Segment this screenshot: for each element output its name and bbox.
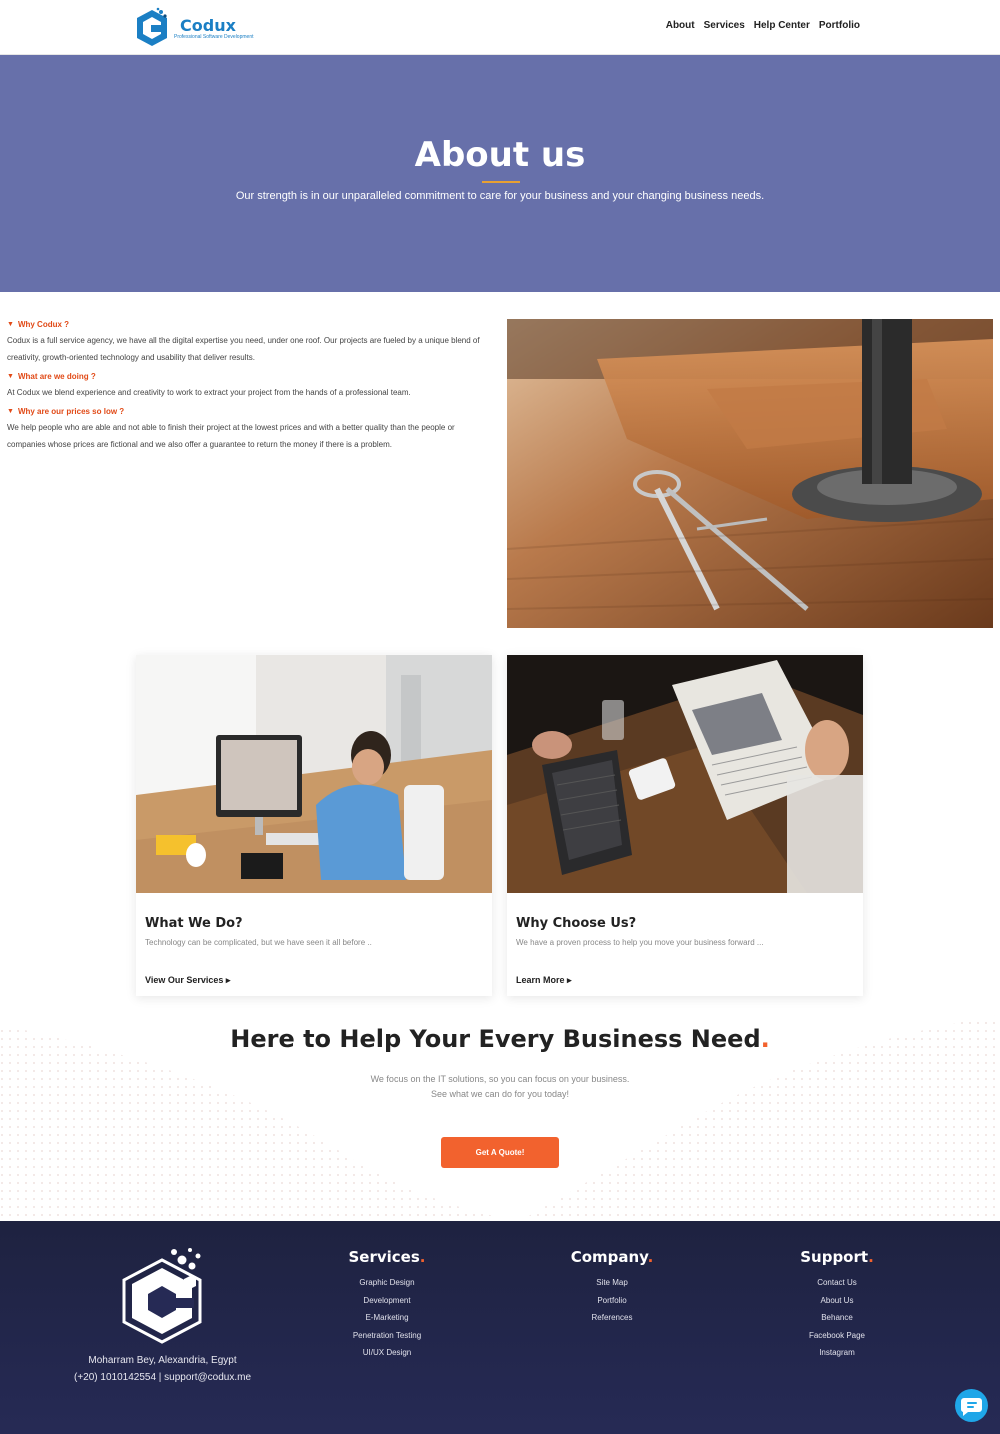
main-nav: About Services Help Center Portfolio bbox=[666, 20, 860, 31]
site-header: Codux Professional Software Development … bbox=[0, 0, 1000, 55]
footer-column-title-text: Support bbox=[800, 1248, 869, 1266]
footer-support-column: Support. Contact Us About Us Behance Fac… bbox=[757, 1248, 917, 1362]
faq-question[interactable]: ▼ Why Codux ? bbox=[7, 320, 493, 329]
help-title: Here to Help Your Every Business Need. bbox=[0, 1025, 1000, 1053]
footer-link-instagram[interactable]: Instagram bbox=[757, 1344, 917, 1362]
faq-question-label: Why Codux ? bbox=[17, 320, 70, 329]
newspaper-photo bbox=[507, 655, 863, 893]
caret-right-icon: ▸ bbox=[225, 975, 231, 985]
get-quote-button[interactable]: Get A Quote! bbox=[441, 1137, 559, 1168]
footer-link-behance[interactable]: Behance bbox=[757, 1309, 917, 1327]
footer-link-portfolio[interactable]: Portfolio bbox=[532, 1292, 692, 1310]
learn-more-link[interactable]: Learn More ▸ bbox=[516, 975, 572, 986]
nav-help-center[interactable]: Help Center bbox=[754, 20, 810, 31]
card-description: Technology can be complicated, but we ha… bbox=[145, 938, 372, 947]
footer-column-title: Support. bbox=[757, 1248, 917, 1266]
card-description: We have a proven process to help you mov… bbox=[516, 938, 764, 947]
footer-link-graphic-design[interactable]: Graphic Design bbox=[307, 1274, 467, 1292]
footer-logo-icon bbox=[122, 1248, 202, 1344]
faq-answer: Codux is a full service agency, we have … bbox=[7, 336, 480, 362]
help-subtitle: We focus on the IT solutions, so you can… bbox=[370, 1074, 630, 1084]
title-dot: . bbox=[647, 1248, 654, 1266]
title-underline bbox=[482, 181, 520, 183]
card-title: What We Do? bbox=[145, 916, 243, 931]
footer-column-title: Services. bbox=[307, 1248, 467, 1266]
caret-down-icon: ▼ bbox=[7, 408, 14, 415]
footer-services-column: Services. Graphic Design Development E-M… bbox=[307, 1248, 467, 1362]
footer-link-about-us[interactable]: About Us bbox=[757, 1292, 917, 1310]
faq-question[interactable]: ▼ What are we doing ? bbox=[7, 372, 493, 381]
footer-link-site-map[interactable]: Site Map bbox=[532, 1274, 692, 1292]
logo-name: Codux bbox=[180, 16, 236, 35]
caret-right-icon: ▸ bbox=[567, 975, 572, 985]
card-link-label: Learn More bbox=[516, 975, 565, 985]
title-dot: . bbox=[419, 1248, 426, 1266]
footer-link-ui-ux-design[interactable]: UI/UX Design bbox=[307, 1344, 467, 1362]
footer-link-facebook-page[interactable]: Facebook Page bbox=[757, 1327, 917, 1345]
help-title-text: Here to Help Your Every Business Need bbox=[230, 1025, 761, 1053]
logo-tagline: Professional Software Development bbox=[174, 34, 254, 40]
faq-question[interactable]: ▼ Why are our prices so low ? bbox=[7, 407, 493, 416]
newspaper-photo-art bbox=[507, 655, 863, 893]
chat-button[interactable] bbox=[955, 1389, 988, 1422]
footer-link-penetration-testing[interactable]: Penetration Testing bbox=[307, 1327, 467, 1345]
faq-question-label: What are we doing ? bbox=[17, 372, 96, 381]
office-photo-art bbox=[136, 655, 492, 893]
footer-address: Moharram Bey, Alexandria, Egypt bbox=[88, 1355, 237, 1366]
view-services-link[interactable]: View Our Services ▸ bbox=[145, 975, 230, 986]
card-link-label: View Our Services bbox=[145, 975, 224, 985]
nav-services[interactable]: Services bbox=[704, 20, 745, 31]
footer-column-title-text: Company bbox=[570, 1248, 648, 1266]
page-title: About us bbox=[414, 135, 586, 175]
help-section: Here to Help Your Every Business Need. W… bbox=[0, 1005, 1000, 1221]
footer-link-contact-us[interactable]: Contact Us bbox=[757, 1274, 917, 1292]
card-why-choose-us: Why Choose Us? We have a proven process … bbox=[507, 655, 863, 996]
footer-link-e-marketing[interactable]: E-Marketing bbox=[307, 1309, 467, 1327]
site-footer: Moharram Bey, Alexandria, Egypt (+20) 10… bbox=[0, 1221, 1000, 1434]
faq-answer: We help people who are able and not able… bbox=[7, 423, 455, 449]
footer-link-references[interactable]: References bbox=[532, 1309, 692, 1327]
faq-question-label: Why are our prices so low ? bbox=[17, 407, 125, 416]
logo-hexagon-icon bbox=[137, 7, 167, 46]
footer-contact: (+20) 1010142554 | support@codux.me bbox=[73, 1372, 252, 1383]
office-photo bbox=[136, 655, 492, 893]
workspace-photo bbox=[507, 319, 993, 628]
logo[interactable]: Codux Professional Software Development bbox=[134, 7, 254, 49]
card-what-we-do: What We Do? Technology can be complicate… bbox=[136, 655, 492, 996]
hero-subtitle: Our strength is in our unparalleled comm… bbox=[235, 190, 765, 202]
caret-down-icon: ▼ bbox=[7, 321, 14, 328]
footer-column-title-text: Services bbox=[348, 1248, 420, 1266]
workspace-photo-art bbox=[507, 319, 993, 628]
title-dot: . bbox=[868, 1248, 874, 1266]
nav-about[interactable]: About bbox=[666, 20, 695, 31]
help-subtitle: See what we can do for you today! bbox=[430, 1089, 570, 1099]
footer-company-column: Company. Site Map Portfolio References bbox=[532, 1248, 692, 1327]
hero-banner: About us Our strength is in our unparall… bbox=[0, 55, 1000, 292]
nav-portfolio[interactable]: Portfolio bbox=[819, 20, 860, 31]
help-title-dot: . bbox=[760, 1025, 770, 1053]
footer-link-development[interactable]: Development bbox=[307, 1292, 467, 1310]
faq-answer: At Codux we blend experience and creativ… bbox=[7, 388, 411, 397]
card-title: Why Choose Us? bbox=[516, 916, 637, 931]
about-faq: ▼ Why Codux ? Codux is a full service age… bbox=[7, 320, 493, 453]
caret-down-icon: ▼ bbox=[7, 373, 14, 380]
chat-icon bbox=[960, 1398, 982, 1416]
footer-column-title: Company. bbox=[532, 1248, 692, 1266]
